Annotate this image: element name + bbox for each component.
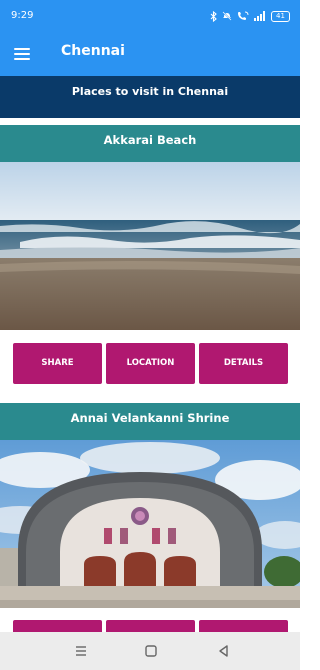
status-icons: 41 [210,9,290,23]
signal-icon [254,11,265,21]
back-icon[interactable] [214,641,234,661]
navigation-bar [0,632,300,670]
akkarai-beach-photo[interactable] [0,162,300,330]
battery-icon: 41 [271,10,290,22]
app-title: Chennai [61,43,125,59]
share-button-akkarai-beach[interactable]: SHARE [13,343,102,384]
page-title: Places to visit in Chennai [0,76,300,118]
mute-icon [222,11,232,21]
status-time: 9:29 [11,10,34,21]
home-icon[interactable] [141,641,161,661]
bluetooth-icon [210,10,217,22]
location-button-akkarai-beach[interactable]: LOCATION [106,343,195,384]
status-bar: 9:29 41 [0,0,300,33]
annai-velankanni-shrine-photo[interactable] [0,440,300,608]
wifi-call-icon [238,11,249,20]
details-button-akkarai-beach[interactable]: DETAILS [199,343,288,384]
place-title-annai-velankanni-shrine: Annai Velankanni Shrine [0,403,300,440]
place-title-akkarai-beach: Akkarai Beach [0,125,300,162]
app-bar: Chennai [0,33,300,76]
hamburger-menu-icon[interactable] [14,44,34,64]
recent-apps-icon[interactable] [71,641,91,661]
